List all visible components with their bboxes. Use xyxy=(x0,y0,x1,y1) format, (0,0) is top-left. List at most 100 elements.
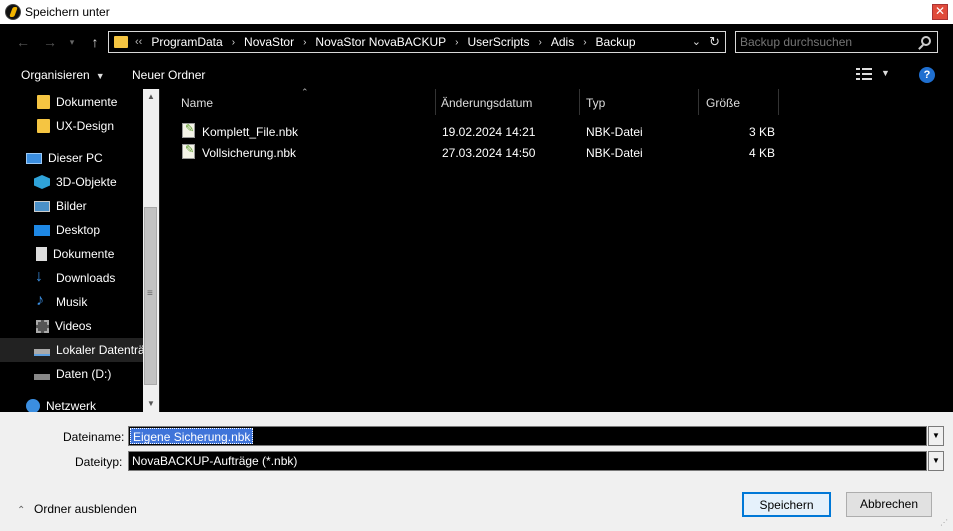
sidebar-item-label: Netzwerk xyxy=(46,399,97,412)
forward-arrow-icon[interactable]: → xyxy=(41,33,59,51)
filename-dropdown-icon[interactable]: ▼ xyxy=(928,426,944,446)
address-dropdown-icon[interactable]: ⌄ xyxy=(692,35,701,48)
sidebar-item-label: Desktop xyxy=(56,223,101,237)
sidebar-item-dokumente-quick[interactable]: Dokumente xyxy=(0,90,143,114)
window-title: Speichern unter xyxy=(25,5,110,19)
sidebar-item-label: Dieser PC xyxy=(48,151,103,165)
breadcrumb-adis[interactable]: Adis xyxy=(551,35,574,49)
sidebar-item-netzwerk[interactable]: Netzwerk xyxy=(0,394,143,412)
filetype-value: NovaBACKUP-Aufträge (*.nbk) xyxy=(132,454,298,468)
save-button[interactable]: Speichern xyxy=(742,492,831,517)
sidebar-item-bilder[interactable]: Bilder xyxy=(0,194,143,218)
sidebar-item-label: Lokaler Datenträ xyxy=(56,343,145,357)
column-header-date[interactable]: Änderungsdatum xyxy=(436,89,580,115)
address-overflow[interactable]: ‹‹ xyxy=(135,36,142,48)
breadcrumb-programdata[interactable]: ProgramData xyxy=(151,35,222,49)
sidebar-item-desktop[interactable]: Desktop xyxy=(0,218,143,242)
network-icon xyxy=(26,399,40,412)
title-bar: Speichern unter ✕ xyxy=(0,0,953,24)
app-logo-icon xyxy=(5,4,21,20)
sidebar-item-label: 3D-Objekte xyxy=(56,175,117,189)
view-details-icon[interactable] xyxy=(856,68,872,80)
search-input[interactable] xyxy=(740,35,910,49)
back-arrow-icon[interactable]: ← xyxy=(14,33,32,51)
folder-icon xyxy=(37,119,50,133)
file-name: Vollsicherung.nbk xyxy=(202,146,297,160)
filetype-select[interactable]: NovaBACKUP-Aufträge (*.nbk) xyxy=(128,451,927,471)
file-name: Komplett_File.nbk xyxy=(202,125,299,139)
sidebar-item-label: Bilder xyxy=(56,199,87,213)
command-toolbar: Organisieren ▼ Neuer Ordner ▼ ? xyxy=(0,61,953,89)
scrollbar-thumb[interactable] xyxy=(144,207,157,385)
new-folder-button[interactable]: Neuer Ordner xyxy=(132,68,205,82)
sidebar-item-label: Daten (D:) xyxy=(56,367,112,381)
filename-value[interactable]: Eigene Sicherung.nbk xyxy=(130,428,254,444)
address-bar[interactable]: ‹‹ ProgramData › NovaStor › NovaStor Nov… xyxy=(108,31,726,53)
scroll-up-icon[interactable]: ▲ xyxy=(143,89,159,105)
music-icon xyxy=(34,292,50,310)
sidebar-item-dieser-pc[interactable]: Dieser PC xyxy=(0,146,143,170)
cube-icon xyxy=(34,175,50,189)
filename-field[interactable]: Eigene Sicherung.nbk xyxy=(128,426,927,446)
file-type: NBK-Datei xyxy=(586,125,643,139)
column-header-name[interactable]: ⌃ Name xyxy=(160,87,436,115)
column-label: Name xyxy=(181,96,214,110)
cancel-button[interactable]: Abbrechen xyxy=(846,492,932,517)
breadcrumb-backup[interactable]: Backup xyxy=(596,35,636,49)
help-icon[interactable]: ? xyxy=(919,67,935,83)
close-button[interactable]: ✕ xyxy=(932,4,948,20)
up-arrow-icon[interactable]: ↑ xyxy=(86,33,104,51)
file-date: 27.03.2024 14:50 xyxy=(442,146,536,160)
filetype-dropdown-icon[interactable]: ▼ xyxy=(928,451,944,471)
drive-icon xyxy=(34,373,50,380)
sidebar-item-label: Dokumente xyxy=(56,95,118,109)
column-header-type[interactable]: Typ xyxy=(580,89,699,115)
file-row[interactable]: Vollsicherung.nbk 27.03.2024 14:50 NBK-D… xyxy=(174,142,794,163)
computer-icon xyxy=(26,152,42,164)
sidebar-item-lokaler-datentraeger[interactable]: Lokaler Datenträ xyxy=(0,338,145,362)
scroll-down-icon[interactable]: ▼ xyxy=(143,396,159,412)
view-options-chevron-icon[interactable]: ▼ xyxy=(881,68,890,78)
file-date: 19.02.2024 14:21 xyxy=(442,125,536,139)
sidebar-item-musik[interactable]: Musik xyxy=(0,290,143,314)
file-row[interactable]: Komplett_File.nbk 19.02.2024 14:21 NBK-D… xyxy=(174,121,794,142)
chevron-right-icon[interactable]: › xyxy=(303,37,306,48)
sidebar-item-videos[interactable]: Videos xyxy=(0,314,143,338)
sidebar-item-3d-objekte[interactable]: 3D-Objekte xyxy=(0,170,143,194)
refresh-icon[interactable]: ↻ xyxy=(709,34,720,50)
sidebar-item-label: Downloads xyxy=(56,271,116,285)
chevron-right-icon[interactable]: › xyxy=(583,37,586,48)
organize-label: Organisieren xyxy=(21,68,90,82)
search-box[interactable] xyxy=(735,31,938,53)
sort-ascending-icon: ⌃ xyxy=(301,87,309,97)
sidebar-item-downloads[interactable]: Downloads xyxy=(0,266,143,290)
chevron-right-icon[interactable]: › xyxy=(232,37,235,48)
file-size: 4 KB xyxy=(749,146,776,160)
sidebar-item-dokumente[interactable]: Dokumente xyxy=(0,242,143,266)
recent-locations-chevron-icon[interactable]: ▾ xyxy=(63,33,81,51)
organize-button[interactable]: Organisieren ▼ xyxy=(21,68,105,82)
sidebar-item-label: Musik xyxy=(56,295,88,309)
breadcrumb-userscripts[interactable]: UserScripts xyxy=(467,35,529,49)
chevron-right-icon[interactable]: › xyxy=(455,37,458,48)
sidebar-item-daten-d[interactable]: Daten (D:) xyxy=(0,362,143,386)
breadcrumb-novabackup[interactable]: NovaStor NovaBACKUP xyxy=(315,35,446,49)
sidebar-item-label: UX-Design xyxy=(56,119,115,133)
folder-icon xyxy=(37,95,50,109)
pictures-icon xyxy=(34,200,50,212)
download-icon xyxy=(34,268,50,286)
chevron-down-icon: ▼ xyxy=(95,71,105,81)
resize-grip-icon[interactable]: ⋰ xyxy=(940,518,950,528)
filetype-label: Dateityp: xyxy=(75,455,123,469)
chevron-right-icon[interactable]: › xyxy=(539,37,542,48)
search-icon[interactable] xyxy=(921,36,931,46)
sidebar-item-ux-design[interactable]: UX-Design xyxy=(0,114,143,138)
sidebar-scrollbar[interactable]: ▲ ▼ xyxy=(143,89,159,412)
file-type: NBK-Datei xyxy=(586,146,643,160)
navigation-pane: Dokumente UX-Design Dieser PC 3D-Objekte… xyxy=(0,89,159,412)
video-icon xyxy=(36,319,49,333)
column-header-size[interactable]: Größe xyxy=(699,89,779,115)
navigation-bar: ← → ▾ ↑ ‹‹ ProgramData › NovaStor › Nova… xyxy=(0,24,953,61)
breadcrumb-novastor[interactable]: NovaStor xyxy=(244,35,294,49)
hide-folders-toggle[interactable]: ⌃ Ordner ausblenden xyxy=(17,502,137,516)
